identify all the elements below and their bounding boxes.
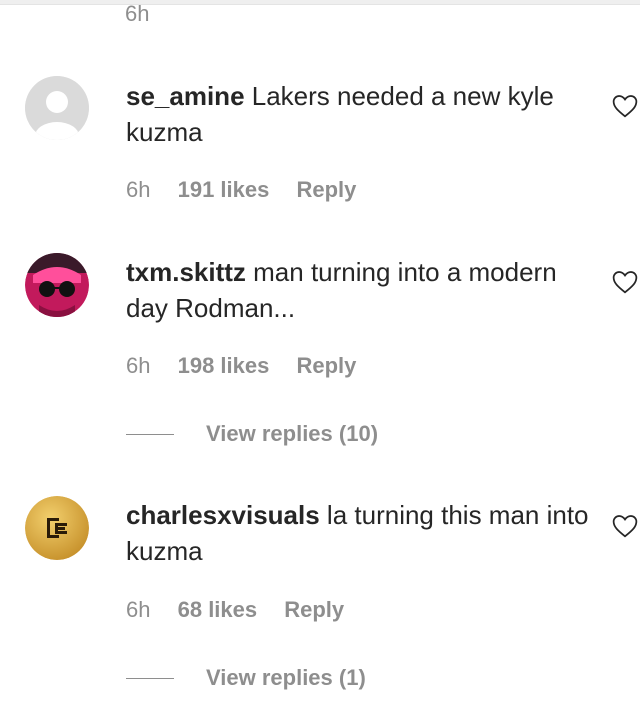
reply-button[interactable]: Reply [296, 353, 356, 379]
comment-text: charlesxvisuals la turning this man into… [126, 497, 596, 569]
profile-photo [25, 253, 89, 317]
replies-divider [126, 677, 174, 679]
view-replies[interactable]: View replies (1) [126, 663, 366, 693]
comment-username[interactable]: charlesxvisuals [126, 500, 320, 530]
reply-button[interactable]: Reply [296, 177, 356, 203]
like-count[interactable]: 68 likes [178, 597, 258, 623]
heart-icon[interactable] [612, 514, 638, 538]
comment-time: 6h [126, 597, 151, 622]
comment-text: se_amine Lakers needed a new kyle kuzma [126, 78, 596, 150]
view-replies[interactable]: View replies (10) [126, 419, 378, 449]
like-count[interactable]: 198 likes [178, 353, 270, 379]
avatar[interactable] [25, 253, 89, 317]
comment-username[interactable]: txm.skittz [126, 257, 246, 287]
view-replies-label[interactable]: View replies (10) [206, 421, 378, 447]
comment-meta: 6h 68 likes Reply [126, 597, 365, 623]
heart-icon[interactable] [612, 94, 638, 118]
heart-icon[interactable] [612, 270, 638, 294]
comment-meta: 6h 198 likes Reply [126, 353, 377, 379]
avatar[interactable] [25, 76, 89, 140]
view-replies-label[interactable]: View replies (1) [206, 665, 366, 691]
reply-button[interactable]: Reply [284, 597, 344, 623]
comment-time: 6h [126, 353, 151, 378]
default-avatar-icon [25, 76, 89, 140]
comment-timestamp: 6h [125, 1, 150, 26]
comment-text: txm.skittz man turning into a modern day… [126, 254, 596, 326]
comment-username[interactable]: se_amine [126, 81, 245, 111]
comment-time: 6h [126, 177, 151, 202]
like-count[interactable]: 191 likes [178, 177, 270, 203]
avatar[interactable] [25, 496, 89, 560]
comment-meta: 6h 191 likes Reply [126, 177, 377, 203]
replies-divider [126, 433, 174, 435]
ce-logo [25, 496, 89, 560]
top-divider [0, 0, 640, 5]
